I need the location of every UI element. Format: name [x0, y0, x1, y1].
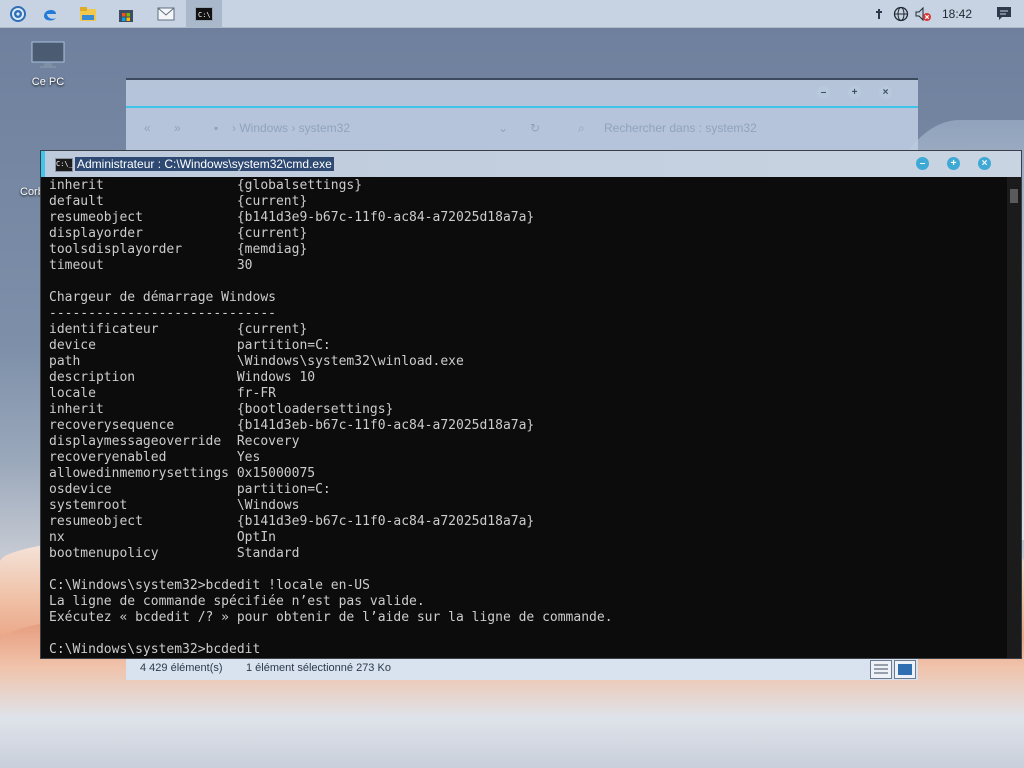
start-button[interactable]: [0, 0, 36, 27]
console-line: toolsdisplayorder {memdiag}: [49, 242, 308, 257]
taskbar: C:\ 18:42: [0, 0, 1024, 28]
cmd-taskbar-button[interactable]: C:\: [186, 0, 222, 27]
console-line: inherit {globalsettings}: [49, 178, 363, 193]
cmd-window-icon[interactable]: C:\_: [55, 158, 73, 172]
svg-text:C:\: C:\: [198, 11, 211, 19]
cmd-window-title: Administrateur : C:\Windows\system32\cmd…: [75, 157, 334, 171]
globe-icon: [893, 6, 909, 21]
explorer-close-button[interactable]: ×: [879, 86, 892, 99]
cmd-icon: C:\: [195, 6, 213, 21]
cmd-close-button[interactable]: ×: [978, 157, 991, 170]
file-explorer-button[interactable]: [70, 0, 106, 27]
address-path[interactable]: › Windows › system32: [232, 121, 350, 135]
console-line: Chargeur de démarrage Windows: [49, 290, 276, 305]
console-line: Exécutez « bcdedit /? » pour obtenir de …: [49, 610, 613, 625]
console-line: identificateur {current}: [49, 322, 308, 337]
show-hidden-icons-button[interactable]: [868, 0, 890, 27]
console-line: locale fr-FR: [49, 386, 276, 401]
volume-button[interactable]: [912, 0, 934, 27]
back-arrow-icon[interactable]: «: [144, 121, 151, 135]
edge-icon: [44, 9, 56, 20]
console-line: -----------------------------: [49, 306, 276, 321]
explorer-titlebar[interactable]: – + ×: [126, 80, 918, 108]
notification-icon: [997, 6, 1011, 20]
mail-icon: [157, 7, 175, 20]
pc-icon: ▪: [214, 121, 219, 135]
console-line: default {current}: [49, 194, 308, 209]
cmd-scrollbar-thumb[interactable]: [1010, 189, 1018, 203]
console-line: resumeobject {b141d3e9-b67c-11f0-ac84-a7…: [49, 514, 535, 529]
mail-button[interactable]: [148, 0, 184, 27]
console-line: osdevice partition=C:: [49, 482, 331, 497]
details-view-button[interactable]: [870, 660, 892, 679]
console-line: description Windows 10: [49, 370, 316, 385]
cmd-scrollbar[interactable]: [1007, 177, 1021, 658]
explorer-minimize-button[interactable]: –: [817, 86, 830, 99]
item-count: 4 429 élément(s): [140, 662, 223, 674]
console-line: bootmenupolicy Standard: [49, 546, 300, 561]
thumbnail-view-icon: [898, 664, 912, 675]
clock[interactable]: 18:42: [934, 7, 984, 21]
cmd-maximize-button[interactable]: +: [947, 157, 960, 170]
monitor-icon: [31, 41, 65, 68]
console-line: recoverysequence {b141d3eb-b67c-11f0-ac8…: [49, 418, 535, 433]
cmd-minimize-button[interactable]: –: [916, 157, 929, 170]
command-prompt-window[interactable]: C:\_ Administrateur : C:\Windows\system3…: [40, 150, 1022, 659]
system-tray: 18:42: [868, 0, 1024, 27]
console-line: allowedinmemorysettings 0x15000075: [49, 466, 316, 481]
store-icon: [119, 9, 133, 22]
console-line: inherit {bootloadersettings}: [49, 402, 394, 417]
console-line: path \Windows\system32\winload.exe: [49, 354, 464, 369]
console-line: timeout 30: [49, 258, 253, 273]
forward-arrow-icon[interactable]: »: [174, 121, 181, 135]
volume-muted-icon: [915, 6, 931, 21]
console-line: displayorder {current}: [49, 226, 308, 241]
console-line: displaymessageoverride Recovery: [49, 434, 300, 449]
this-pc-label: Ce PC: [31, 76, 65, 88]
search-icon: ⌕: [578, 121, 585, 135]
explorer-statusbar: 4 429 élément(s) 1 élément sélectionné 2…: [126, 658, 918, 680]
console-line: systemroot \Windows: [49, 498, 300, 513]
console-output[interactable]: inherit {globalsettings} default {current…: [49, 178, 999, 656]
network-button[interactable]: [890, 0, 912, 27]
selection-info: 1 élément sélectionné 273 Ko: [246, 662, 391, 674]
console-line: nx OptIn: [49, 530, 276, 545]
console-line: La ligne de commande spécifiée n’est pas…: [49, 594, 425, 609]
refresh-icon[interactable]: ↻: [530, 121, 540, 135]
console-prompt-line[interactable]: C:\Windows\system32>bcdedit: [49, 642, 999, 656]
cmd-titlebar[interactable]: C:\_ Administrateur : C:\Windows\system3…: [41, 151, 1021, 177]
explorer-search-input[interactable]: Rechercher dans : system32: [604, 121, 757, 135]
console-line: recoveryenabled Yes: [49, 450, 261, 465]
action-center-button[interactable]: [984, 0, 1024, 27]
start-icon: [10, 5, 26, 22]
list-view-icon: [874, 664, 888, 674]
console-line: resumeobject {b141d3e9-b67c-11f0-ac84-a7…: [49, 210, 535, 225]
store-button[interactable]: [108, 0, 144, 27]
chevron-up-icon: [875, 8, 882, 19]
folder-icon: [80, 6, 96, 21]
console-line: C:\Windows\system32>bcdedit !locale en-U…: [49, 578, 370, 593]
edge-button[interactable]: [32, 0, 68, 27]
this-pc-desktop-icon[interactable]: Ce PC: [20, 40, 76, 88]
chevron-down-icon[interactable]: ⌄: [498, 121, 508, 135]
console-prompt-text: C:\Windows\system32>bcdedit: [49, 642, 261, 656]
explorer-address-bar: « » ▪ › Windows › system32 ⌄ ↻ ⌕ Recherc…: [126, 110, 918, 146]
console-line: device partition=C:: [49, 338, 331, 353]
explorer-maximize-button[interactable]: +: [848, 86, 861, 99]
large-icons-view-button[interactable]: [894, 660, 916, 679]
